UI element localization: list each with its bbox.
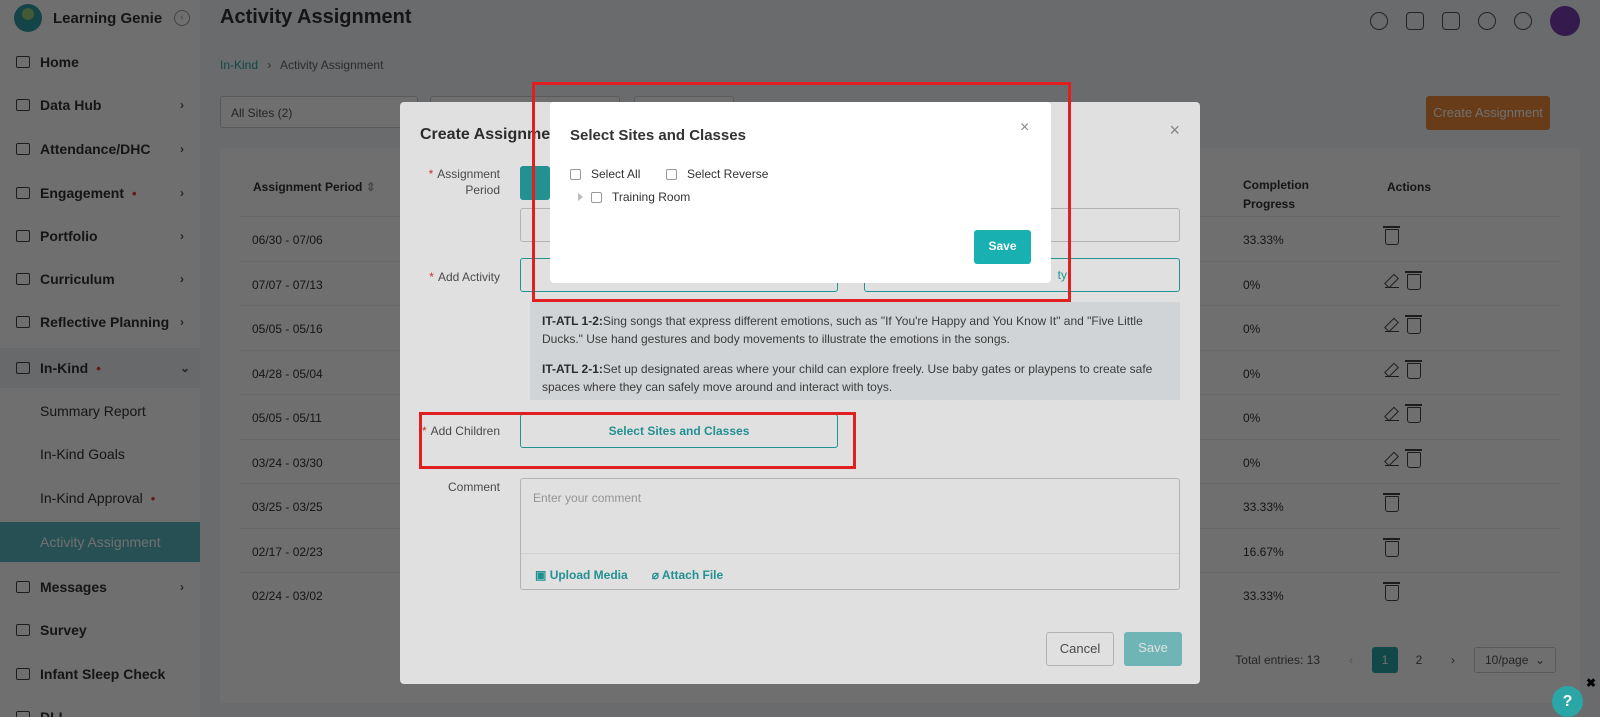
help-button[interactable]: ?: [1552, 686, 1583, 717]
highlight-select-dialog: [532, 82, 1071, 302]
highlight-add-children: [419, 412, 856, 469]
close-help-icon[interactable]: ✖: [1586, 676, 1596, 690]
